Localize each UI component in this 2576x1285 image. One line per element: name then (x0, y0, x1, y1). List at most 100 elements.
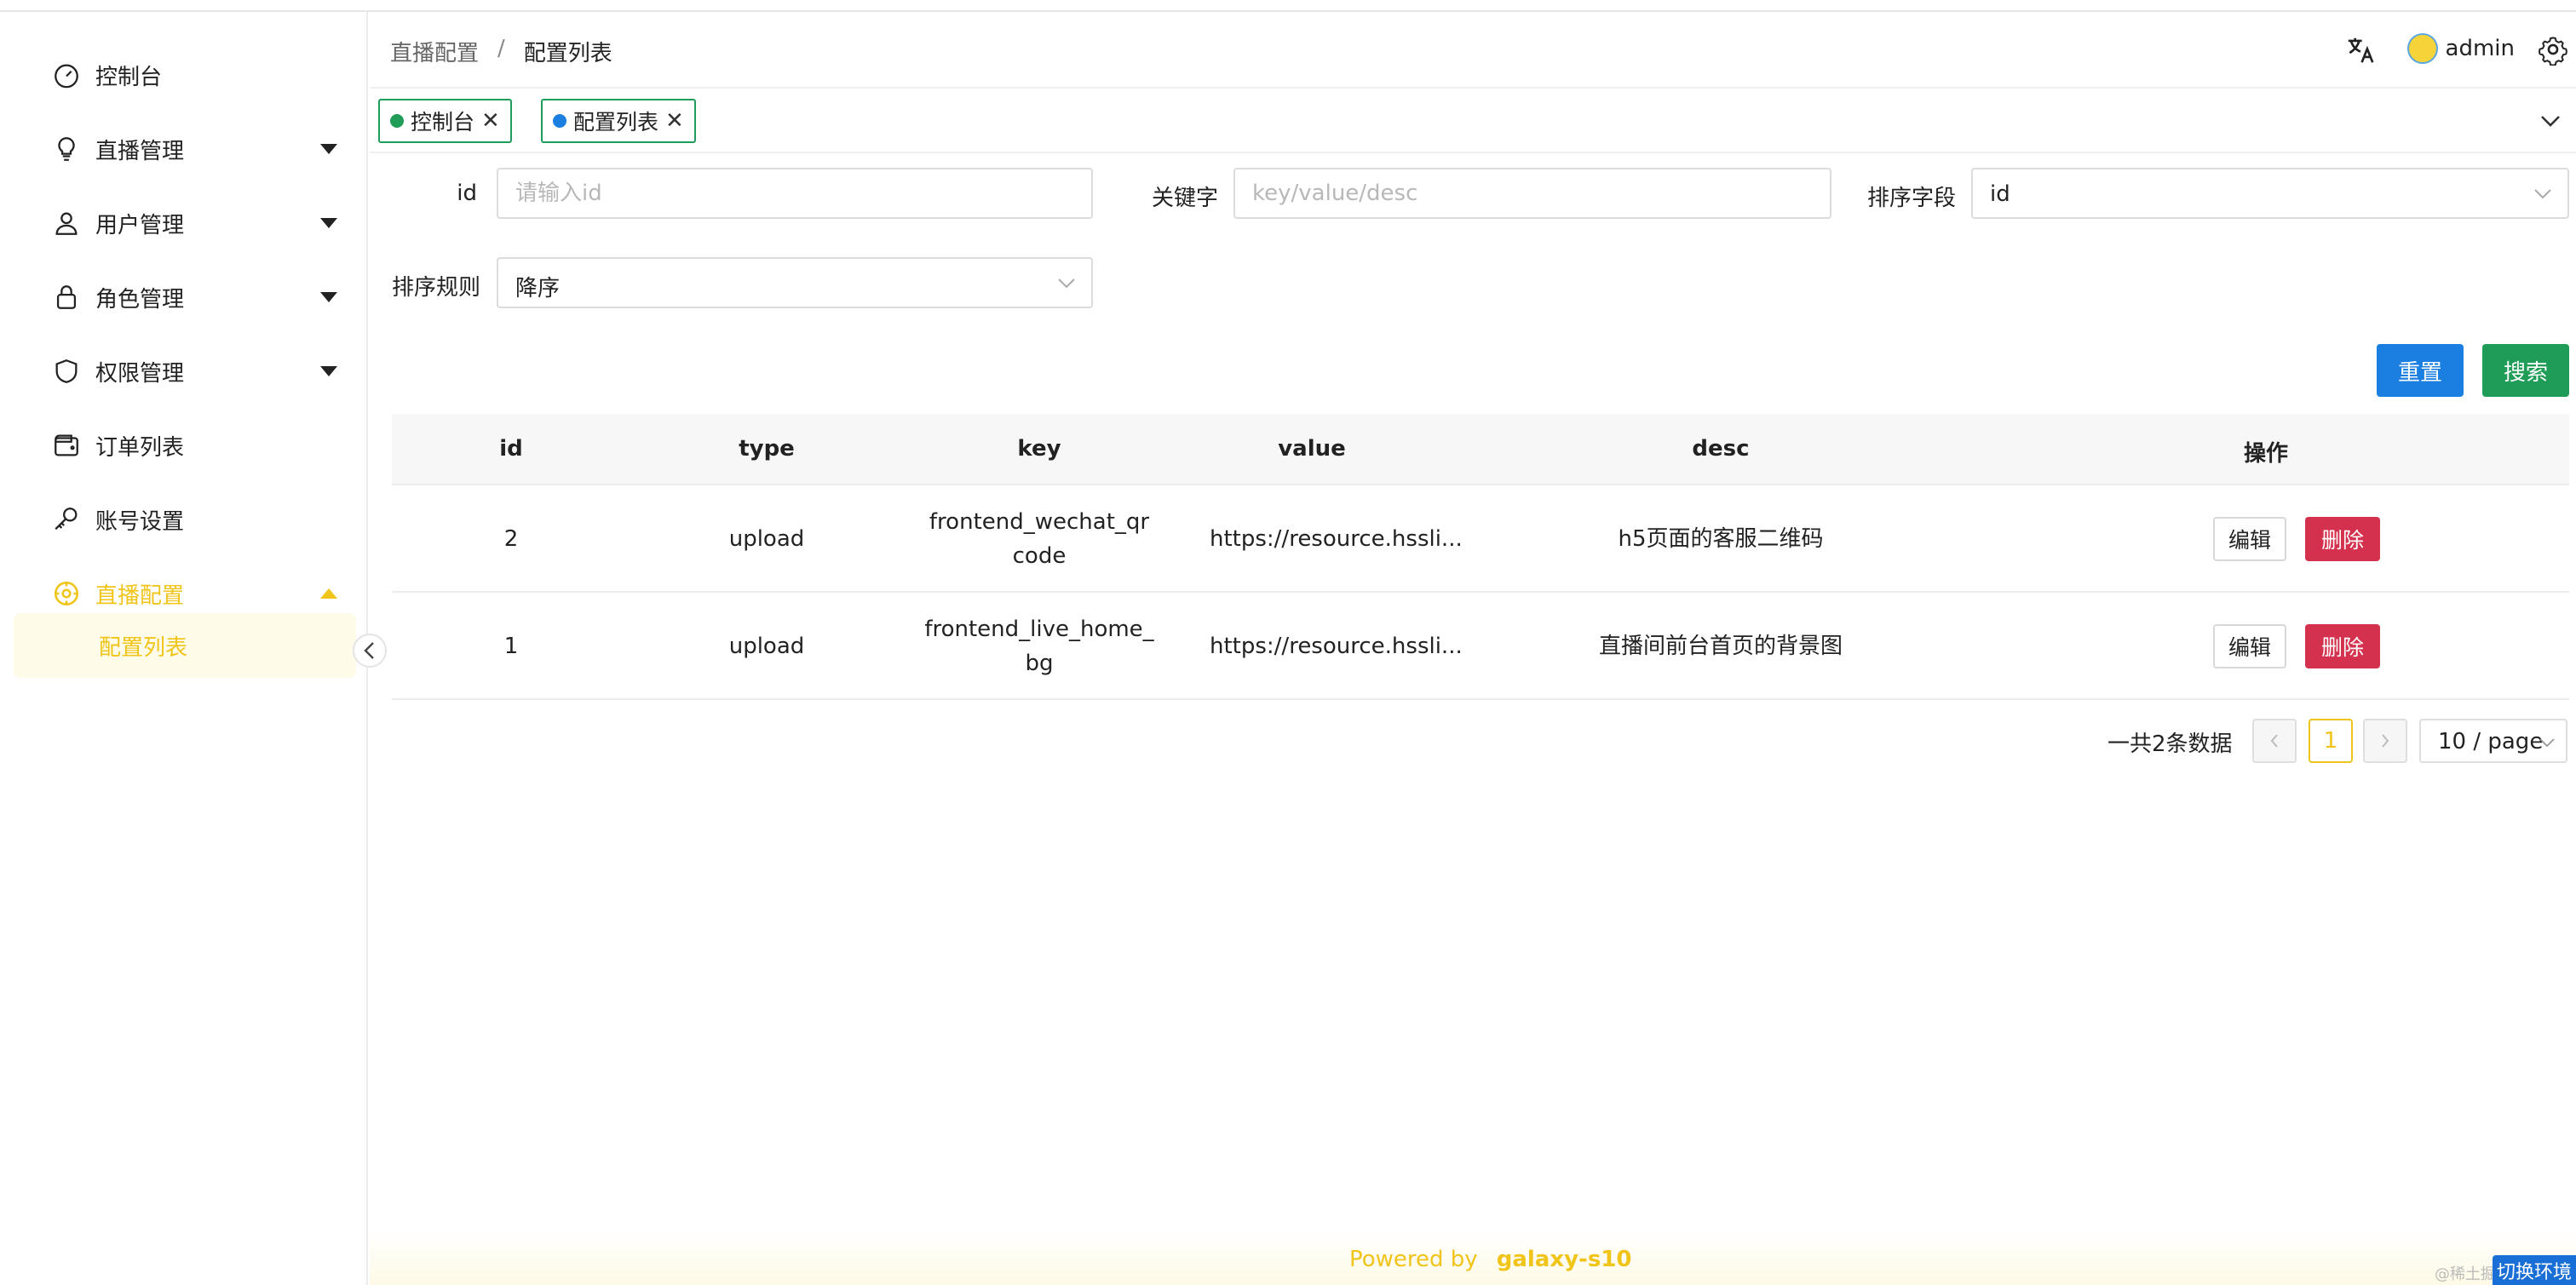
pagination-total: 一共2条数据 (2107, 731, 2233, 757)
footer: Powered by galaxy-s10 (370, 1230, 2576, 1285)
caret-down-icon (320, 366, 337, 376)
user-icon (51, 208, 82, 238)
status-dot (553, 114, 566, 128)
sidebar-item-dashboard[interactable]: 控制台 (0, 43, 368, 106)
chevron-right-icon (2382, 734, 2389, 748)
chevron-left-icon (2270, 734, 2278, 748)
column-header-value: value (1278, 436, 1346, 462)
prev-page-button[interactable] (2252, 719, 2297, 763)
sidebar-item-live-management[interactable]: 直播管理 (0, 118, 368, 181)
avatar[interactable] (2407, 33, 2438, 64)
chevron-down-icon (2539, 738, 2555, 748)
footer-credit: Powered by galaxy-s10 (1349, 1247, 1631, 1272)
sort-field-label: 排序字段 (1866, 186, 1956, 211)
cell-type: upload (728, 526, 805, 552)
close-icon[interactable]: ✕ (665, 108, 684, 134)
dashboard-icon (51, 60, 82, 90)
sidebar-item-order-list[interactable]: 订单列表 (0, 414, 368, 477)
page-number-current[interactable]: 1 (2309, 719, 2353, 763)
caret-down-icon (320, 292, 337, 302)
sidebar-subitem-label: 配置列表 (99, 634, 188, 661)
keyword-label: 关键字 (1151, 186, 1218, 211)
sort-field-value: id (1990, 181, 2010, 207)
edit-button[interactable]: 编辑 (2213, 624, 2286, 668)
search-button[interactable]: 搜索 (2482, 344, 2569, 397)
footer-powered-by: Powered by (1349, 1247, 1478, 1272)
chevron-down-icon (1058, 278, 1075, 289)
username[interactable]: admin (2446, 36, 2515, 61)
tab-dashboard[interactable]: 控制台 ✕ (378, 99, 512, 143)
sidebar-item-label: 权限管理 (95, 360, 185, 387)
chevron-down-icon (2534, 189, 2551, 199)
chevron-left-icon (364, 642, 374, 659)
reset-button[interactable]: 重置 (2377, 344, 2464, 397)
cell-desc: 直播间前台首页的背景图 (1598, 634, 1843, 659)
footer-brand[interactable]: galaxy-s10 (1497, 1247, 1632, 1272)
page-size-select[interactable]: 10 / page (2419, 719, 2567, 763)
chevron-down-icon[interactable] (2537, 109, 2564, 133)
cell-desc: h5页面的客服二维码 (1618, 526, 1824, 552)
caret-up-icon (320, 588, 337, 599)
sidebar-item-label: 控制台 (95, 64, 163, 90)
status-dot (390, 114, 404, 128)
gear-icon[interactable] (2537, 33, 2569, 66)
lightbulb-icon (51, 134, 82, 164)
sidebar-item-label: 角色管理 (95, 286, 185, 313)
wallet-icon (51, 430, 82, 461)
sidebar-item-label: 订单列表 (95, 434, 185, 461)
tab-label: 控制台 (411, 110, 475, 135)
translate-icon[interactable] (2344, 34, 2377, 66)
cell-value: https://resource.hssli... (1210, 634, 1463, 659)
header-actions: admin (2303, 31, 2576, 68)
sort-field-select[interactable]: id (1971, 168, 2569, 219)
sidebar-item-label: 账号设置 (95, 508, 185, 535)
id-label: id (457, 181, 477, 206)
cell-value: https://resource.hssli... (1210, 526, 1463, 552)
sidebar-item-permission-management[interactable]: 权限管理 (0, 340, 368, 403)
delete-button[interactable]: 删除 (2305, 624, 2380, 668)
keyword-input[interactable] (1233, 168, 1831, 219)
close-icon[interactable]: ✕ (481, 108, 500, 134)
key-icon (51, 504, 82, 535)
edit-button[interactable]: 编辑 (2213, 517, 2286, 561)
table-header: id type key value desc 操作 (392, 414, 2569, 485)
sort-rule-select[interactable]: 降序 (497, 257, 1093, 308)
tab-label: 配置列表 (573, 110, 659, 135)
sidebar-collapse-button[interactable] (353, 634, 387, 668)
cell-type: upload (728, 634, 805, 659)
sidebar-subitem-config-list[interactable]: 配置列表 (14, 613, 356, 678)
id-input[interactable] (497, 168, 1093, 219)
next-page-button[interactable] (2363, 719, 2407, 763)
sidebar-item-account-settings[interactable]: 账号设置 (0, 488, 368, 551)
breadcrumb-separator: / (497, 36, 505, 61)
lock-icon (51, 282, 82, 313)
cell-key: frontend_live_home_bg (924, 617, 1154, 676)
breadcrumb-item[interactable]: 直播配置 (390, 36, 479, 67)
delete-button[interactable]: 删除 (2305, 517, 2380, 561)
sort-rule-value: 降序 (515, 276, 561, 301)
column-header-key: key (1017, 436, 1061, 462)
switch-environment-button[interactable]: 切换环境 (2493, 1255, 2576, 1285)
table-row: 1 upload frontend_live_home_bg https://r… (392, 593, 2569, 700)
breadcrumb-current: 配置列表 (523, 41, 612, 66)
sidebar-item-role-management[interactable]: 角色管理 (0, 266, 368, 329)
settings-circle-icon (51, 578, 82, 609)
sidebar: 控制台 直播管理 用户管理 角色管理 权限管理 订单列表 账号设置 直播配置 配… (0, 12, 368, 1285)
column-header-desc: desc (1692, 436, 1750, 462)
column-header-actions: 操作 (2243, 441, 2288, 467)
tab-config-list[interactable]: 配置列表 ✕ (541, 99, 696, 143)
top-header: 直播配置 / 配置列表 admin (370, 12, 2576, 89)
cell-id: 1 (503, 634, 519, 659)
page-size-value: 10 / page (2438, 729, 2544, 754)
column-header-type: type (739, 436, 795, 462)
caret-down-icon (320, 144, 337, 154)
top-border (0, 0, 2576, 12)
sidebar-item-label: 用户管理 (95, 212, 185, 238)
table-row: 2 upload frontend_wechat_qrcode https://… (392, 485, 2569, 593)
tabs-bar: 控制台 ✕ 配置列表 ✕ (370, 89, 2576, 153)
sidebar-item-label: 直播配置 (95, 582, 185, 609)
cell-id: 2 (503, 526, 519, 552)
column-header-id: id (499, 436, 523, 462)
caret-down-icon (320, 218, 337, 228)
sidebar-item-user-management[interactable]: 用户管理 (0, 192, 368, 255)
